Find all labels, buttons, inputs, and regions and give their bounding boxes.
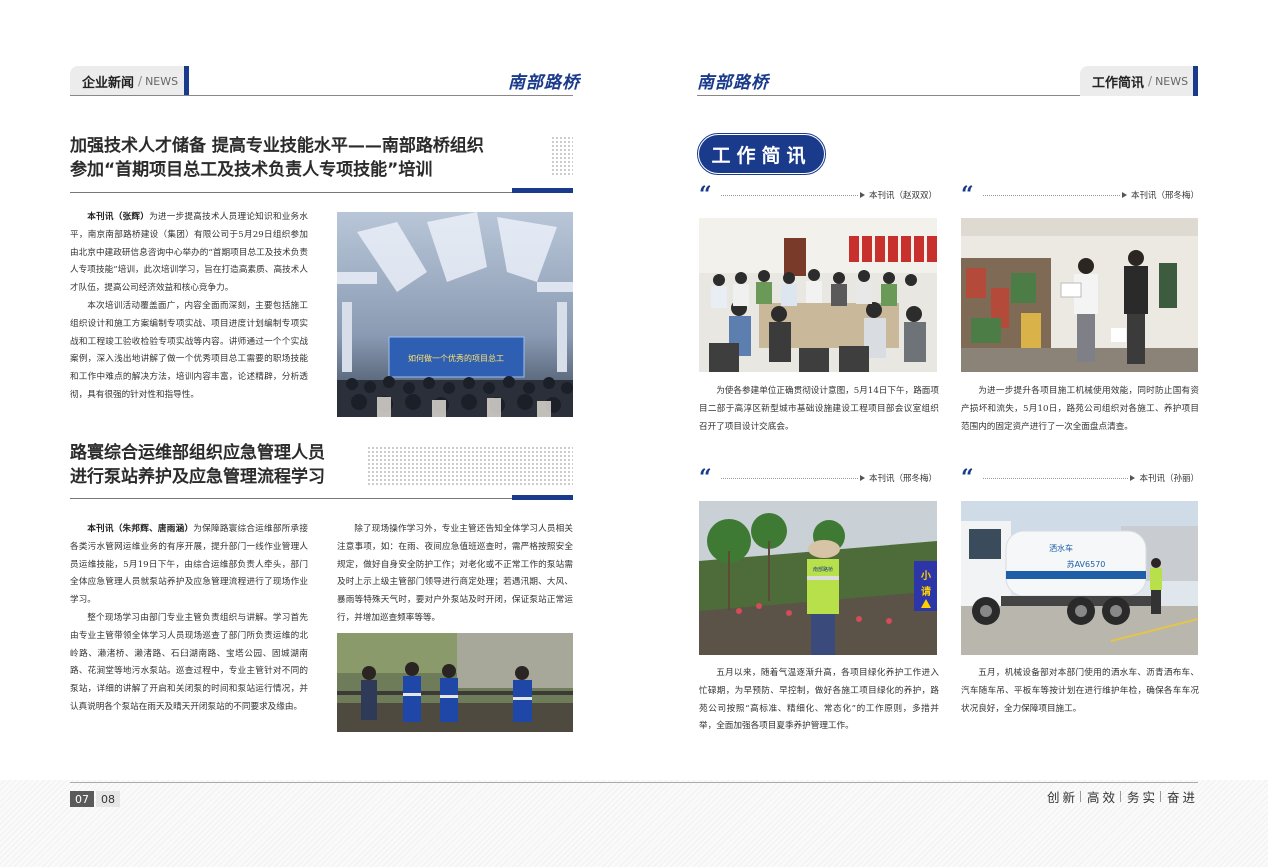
brief-header: “ 本刊讯（孙丽） — [961, 465, 1199, 491]
brief-header: “ 本刊讯（邢冬梅） — [699, 465, 937, 491]
page-number-right: 08 — [96, 791, 120, 807]
title-rule — [70, 498, 573, 499]
paragraph: 本刊讯（朱邦辉、唐雨涵）为保障路寰综合运维部所承接各类污水管网运维业务的有序开展… — [70, 524, 308, 606]
dotted-rule — [983, 194, 1120, 196]
paragraph: 除了现场操作学习外，专业主管还告知全体学习人员相关注意事项，如：在雨、夜间应急值… — [337, 524, 573, 623]
slogan-separator — [1079, 791, 1081, 802]
company-logo: 南部路桥 — [508, 73, 580, 93]
quote-icon: “ — [961, 182, 974, 208]
footer-divider — [70, 782, 1198, 783]
section-title: 工作简讯 — [1092, 75, 1145, 91]
brief-badge: 工作简讯 — [697, 133, 826, 175]
sprinkler-truck-image: 洒水车 苏AV6570 — [961, 501, 1198, 655]
dot-pattern — [551, 136, 573, 176]
byline: 本刊讯（朱邦辉、唐雨涵） — [87, 524, 194, 534]
brief-header: “ 本刊讯（邢冬梅） — [961, 182, 1199, 208]
truck-plate: 苏AV6570 — [1067, 559, 1106, 569]
section-tab-accent — [184, 66, 189, 96]
article-title-line: 加强技术人才储备 提高专业技能水平——南部路桥组织 — [70, 136, 484, 156]
photo-pump-station — [337, 633, 573, 732]
section-tab-news: 企业新闻 / NEWS — [70, 66, 184, 96]
section-slash: / — [138, 74, 143, 88]
vest-label: 南部路桥 — [813, 566, 833, 573]
slogan-word: 务实 — [1126, 790, 1158, 805]
article-title-line: 参加“首期项目总工及技术负责人专项技能”培训 — [70, 160, 433, 180]
section-slash: / — [1148, 74, 1153, 88]
triangle-icon — [1130, 475, 1136, 481]
title-rule-accent — [512, 495, 573, 500]
meeting-image — [699, 218, 937, 372]
paragraph: 本次培训活动覆盖面广，内容全面而深刻，主要包括施工组织设计和施工方案编制专项实战… — [70, 300, 308, 400]
triangle-icon — [1121, 192, 1127, 198]
quote-icon: “ — [699, 465, 712, 491]
footer-slogan: 创新 高效 务实 奋进 — [1047, 787, 1198, 806]
screen-caption: 如何做一个优秀的项目总工 — [408, 353, 504, 363]
section-tab-accent — [1193, 66, 1198, 96]
article-body-col2: 除了现场操作学习外，专业主管还告知全体学习人员相关注意事项，如：在雨、夜间应急值… — [337, 521, 573, 628]
photo-training-hall: 如何做一个优秀的项目总工 — [337, 212, 573, 417]
slogan-separator — [1159, 791, 1161, 802]
title-rule-accent — [512, 188, 573, 193]
byline: 本刊讯（张辉） — [87, 212, 150, 222]
brief-text: 五月，机械设备部对本部门使用的洒水车、沥青洒布车、汽车随车吊、平板车等按计划在进… — [961, 668, 1199, 714]
photo-greening: 南部路桥 小 请 — [699, 501, 937, 655]
section-subtitle: NEWS — [145, 74, 179, 88]
company-logo: 南部路桥 — [697, 73, 769, 93]
dotted-rule — [721, 194, 858, 196]
triangle-icon — [859, 475, 865, 481]
article-title: 路寰综合运维部组织应急管理人员 进行泵站养护及应急管理流程学习 — [70, 441, 370, 489]
pump-station-image — [337, 633, 573, 732]
byline: 本刊讯（邢冬梅） — [868, 474, 937, 484]
truck-brand: 洒水车 — [1049, 543, 1073, 553]
header-divider — [70, 95, 573, 96]
dot-pattern — [367, 446, 573, 486]
paragraph: 整个现场学习由部门专业主管负责组织与讲解。学习首先由专业主管带领全体学习人员现场… — [70, 612, 308, 712]
byline: 本刊讯（邢冬梅） — [1130, 191, 1199, 201]
page-number-left: 07 — [70, 791, 94, 807]
triangle-icon — [859, 192, 865, 198]
greening-image: 南部路桥 小 请 — [699, 501, 937, 655]
photo-sprinkler-truck: 洒水车 苏AV6570 — [961, 501, 1198, 655]
sign-text: 小 — [920, 569, 931, 582]
brief-header: “ 本刊讯（赵双双） — [699, 182, 937, 208]
title-rule — [70, 192, 573, 193]
slogan-word: 高效 — [1086, 790, 1118, 805]
slogan-word: 创新 — [1046, 790, 1078, 805]
sign-text: 请 — [921, 585, 931, 598]
section-tab-brief: 工作简讯 / NEWS — [1080, 66, 1193, 96]
article-title-line: 路寰综合运维部组织应急管理人员 — [70, 443, 325, 463]
quote-icon: “ — [961, 465, 974, 491]
byline: 本刊讯（赵双双） — [868, 191, 937, 201]
article-title: 加强技术人才储备 提高专业技能水平——南部路桥组织 参加“首期项目总工及技术负责… — [70, 134, 540, 182]
slogan-separator — [1119, 791, 1121, 802]
section-subtitle: NEWS — [1155, 74, 1189, 88]
photo-meeting — [699, 218, 937, 372]
byline: 本刊讯（孙丽） — [1139, 474, 1199, 484]
article-body: 本刊讯（张辉）为进一步提高技术人员理论知识和业务水平，南京南部路桥建设（集团）有… — [70, 209, 308, 405]
dotted-rule — [983, 477, 1129, 479]
photo-asset-check — [961, 218, 1198, 372]
article-title-line: 进行泵站养护及应急管理流程学习 — [70, 467, 325, 487]
brief-text: 为使各参建单位正确贯彻设计意图，5月14日下午，路面项目二部于高淳区新型城市基础… — [699, 386, 939, 432]
section-title: 企业新闻 — [82, 75, 135, 91]
asset-check-image — [961, 218, 1198, 372]
dotted-rule — [721, 477, 858, 479]
slogan-word: 奋进 — [1166, 790, 1198, 805]
brief-text: 为进一步提升各项目施工机械使用效能，同时防止国有资产损坏和流失，5月10日，路苑… — [961, 386, 1199, 432]
quote-icon: “ — [699, 182, 712, 208]
training-hall-image: 如何做一个优秀的项目总工 — [337, 212, 573, 417]
article-body-col1: 本刊讯（朱邦辉、唐雨涵）为保障路寰综合运维部所承接各类污水管网运维业务的有序开展… — [70, 521, 308, 717]
brief-text: 五月以来，随着气温逐渐升高，各项目绿化养护工作进入忙碌期，为早预防、早控制，做好… — [699, 668, 939, 732]
paragraph: 本刊讯（张辉）为进一步提高技术人员理论知识和业务水平，南京南部路桥建设（集团）有… — [70, 212, 308, 294]
